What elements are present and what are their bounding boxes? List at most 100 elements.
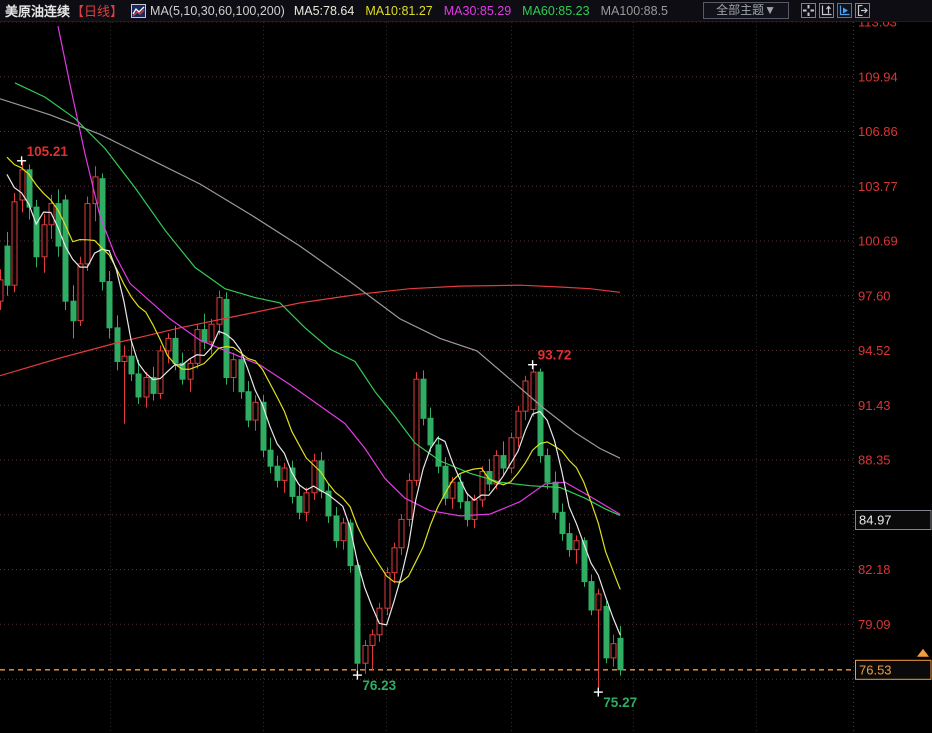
candle-body: [107, 282, 112, 328]
candle-body: [12, 202, 17, 285]
candle-body: [428, 418, 433, 445]
ma-lines: [0, 26, 620, 635]
ma-legend: MA5:78.64MA10:81.27MA30:85.29MA60:85.23M…: [294, 4, 679, 18]
top-toolbar: 美原油连续 【日线】 MA(5,10,30,60,100,200) MA5:78…: [0, 0, 932, 22]
ma-legend-item: MA10:81.27: [365, 4, 432, 18]
close-price-value: 84.97: [859, 513, 892, 528]
candle-body: [0, 280, 3, 301]
indicator-label: MA(5,10,30,60,100,200): [150, 4, 285, 18]
candle-body: [516, 411, 521, 438]
candle-body: [494, 456, 499, 484]
candle-body: [341, 523, 346, 541]
candle-body: [290, 468, 295, 496]
axis-tick-label: 103.77: [858, 179, 898, 194]
candle-body: [436, 445, 441, 466]
candle-body: [34, 207, 39, 257]
candle-body: [618, 638, 623, 669]
candle-body: [173, 338, 178, 363]
crosshair-tool-icon[interactable]: [801, 3, 816, 18]
candle-body: [560, 512, 565, 533]
ma-legend-item: MA60:85.23: [522, 4, 589, 18]
candle-body: [567, 534, 572, 550]
candle-body: [122, 356, 127, 361]
candle-body: [355, 566, 360, 664]
candle-body: [472, 500, 477, 520]
theme-dropdown-button[interactable]: 全部主题▼: [703, 2, 789, 19]
candle-body: [399, 519, 404, 547]
chart-type-icon: [131, 4, 146, 18]
candle-body: [85, 204, 90, 264]
candle-body: [523, 381, 528, 411]
candle-body: [377, 608, 382, 635]
extreme-price-label: 105.21: [27, 144, 69, 159]
candle-body: [239, 360, 244, 392]
candle-body: [414, 379, 419, 480]
candle-body: [282, 468, 287, 480]
ma200-line: [0, 285, 620, 376]
candle-body: [501, 456, 506, 468]
candle-body: [334, 516, 339, 541]
toolbar-right-group: 全部主题▼: [703, 2, 870, 19]
candle-body: [71, 301, 76, 321]
candle-body: [392, 548, 397, 573]
candle-body: [42, 225, 47, 257]
candle-body: [188, 363, 193, 379]
candle-body: [195, 330, 200, 364]
candle-body: [545, 456, 550, 483]
axis-tick-label: 106.86: [858, 124, 898, 139]
candle-body: [421, 379, 426, 418]
candle-body: [158, 351, 163, 394]
axis-tick-label: 100.69: [858, 234, 898, 249]
candle-body: [531, 372, 536, 409]
candle-body: [363, 646, 368, 664]
axis-scale-icon[interactable]: [819, 3, 834, 18]
candle-body: [129, 356, 134, 374]
extreme-price-label: 93.72: [538, 348, 572, 363]
period-label: 【日线】: [71, 1, 123, 20]
candle-body: [20, 170, 25, 200]
candle-body: [604, 606, 609, 658]
pan-right-icon[interactable]: [855, 3, 870, 18]
ma10-line: [7, 157, 620, 589]
extreme-price-label: 75.27: [603, 695, 637, 710]
candle-body: [231, 360, 236, 378]
candle-body: [611, 644, 616, 658]
candle-body: [574, 541, 579, 550]
axis-play-icon[interactable]: [837, 3, 852, 18]
candle-body: [246, 392, 251, 420]
ma60-line: [15, 83, 620, 516]
candle-body: [589, 582, 594, 610]
candle-body: [144, 378, 149, 398]
axis-tick-label: 91.43: [858, 398, 891, 413]
candle-body: [166, 338, 171, 351]
ma30-line: [58, 26, 620, 516]
candle-body: [100, 179, 105, 282]
grid: [0, 22, 856, 733]
candle-body: [136, 374, 141, 397]
axis-tick-label: 97.60: [858, 288, 891, 303]
axis-tick-label: 109.94: [858, 69, 898, 84]
candle-body: [202, 330, 207, 342]
candle-body: [596, 594, 601, 610]
candle-body: [78, 264, 83, 321]
symbol-title: 美原油连续: [5, 1, 70, 20]
ma-legend-item: MA100:88.5: [601, 4, 668, 18]
candle-body: [304, 493, 309, 513]
candle-body: [509, 438, 514, 468]
axis-tick-label: 94.52: [858, 343, 891, 358]
scroll-to-latest-icon[interactable]: [917, 649, 929, 657]
candle-body: [275, 466, 280, 480]
price-axis: 113.03109.94106.86103.77100.6997.6094.52…: [856, 15, 932, 680]
extreme-price-label: 76.23: [362, 678, 396, 693]
latest-price-value: 76.53: [859, 662, 892, 677]
candle-body: [180, 363, 185, 379]
ma-legend-item: MA5:78.64: [294, 4, 354, 18]
candle-body: [115, 328, 120, 362]
candle-body: [297, 496, 302, 512]
candle-body: [370, 635, 375, 646]
candlestick-chart[interactable]: 105.2193.7276.2375.27113.03109.94106.861…: [0, 0, 932, 733]
chart-window: 105.2193.7276.2375.27113.03109.94106.861…: [0, 0, 932, 733]
axis-tick-label: 88.35: [858, 453, 891, 468]
axis-tick-label: 79.09: [858, 617, 891, 632]
axis-tick-label: 82.18: [858, 562, 891, 577]
